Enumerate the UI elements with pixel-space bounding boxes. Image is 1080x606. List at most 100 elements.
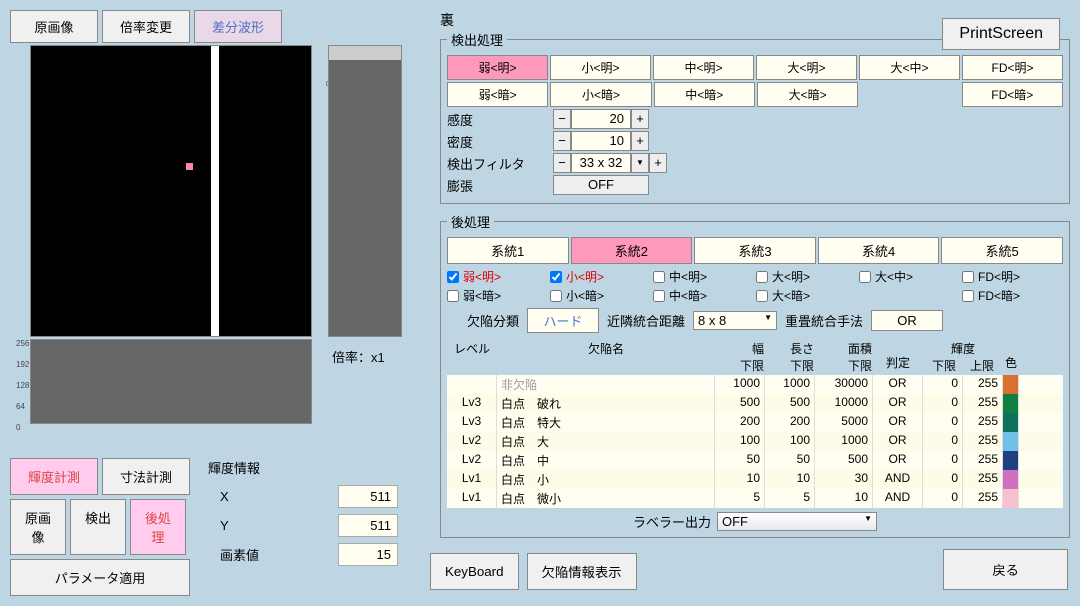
system-btn-3[interactable]: 系統4: [818, 237, 940, 264]
chk-大<暗>[interactable]: 大<暗>: [756, 287, 857, 304]
chk-FD<明>[interactable]: FD<明>: [962, 268, 1063, 285]
system-btn-2[interactable]: 系統3: [694, 237, 816, 264]
printscreen-button[interactable]: PrintScreen: [942, 18, 1060, 50]
chk-小<明>[interactable]: 小<明>: [550, 268, 651, 285]
y-value: 511: [338, 514, 398, 537]
table-row[interactable]: Lv3白点 特大2002005000OR0255: [447, 413, 1063, 432]
detection-btn-3[interactable]: 大<明>: [756, 55, 857, 80]
chk-input-中<暗>[interactable]: [653, 290, 665, 302]
density-plus[interactable]: +: [631, 131, 649, 151]
detection-btn-0[interactable]: 弱<明>: [447, 55, 548, 80]
detection-section: 検出処理 弱<明>小<明>中<明>大<明>大<中>FD<明> 弱<暗>小<暗>中…: [440, 30, 1070, 204]
table-row[interactable]: Lv2白点 中5050500OR0255: [447, 451, 1063, 470]
tab-diff[interactable]: 差分波形: [194, 10, 282, 43]
sensitivity-minus[interactable]: −: [553, 109, 571, 129]
chk-input-大<中>[interactable]: [859, 271, 871, 283]
chk-弱<暗>[interactable]: 弱<暗>: [447, 287, 548, 304]
detection-btn-2[interactable]: 中<明>: [653, 55, 754, 80]
x-value: 511: [338, 485, 398, 508]
tab-original[interactable]: 原画像: [10, 10, 98, 43]
chk-input-小<明>[interactable]: [550, 271, 562, 283]
side-graph: [328, 45, 402, 337]
chk-input-弱<明>[interactable]: [447, 271, 459, 283]
detection-btn2-5[interactable]: FD<暗>: [962, 82, 1063, 107]
system-btn-0[interactable]: 系統1: [447, 237, 569, 264]
defect-class-label: 欠陥分類: [467, 311, 519, 330]
labeler-label: ラベラー出力: [633, 512, 711, 531]
dimension-measure-button[interactable]: 寸法計測: [102, 458, 190, 495]
table-row[interactable]: Lv1白点 小101030AND0255: [447, 470, 1063, 489]
detection-btn-5[interactable]: FD<明>: [962, 55, 1063, 80]
neighbor-label: 近隣統合距離: [607, 311, 685, 330]
th-judge: 判定: [873, 339, 923, 375]
density-value[interactable]: 10: [571, 131, 631, 151]
detection-btn2-2[interactable]: 中<暗>: [654, 82, 755, 107]
table-row[interactable]: Lv1白点 微小5510AND0255: [447, 489, 1063, 508]
system-btn-1[interactable]: 系統2: [571, 237, 693, 264]
table-row[interactable]: 非欠陥1000100030000OR0255: [447, 375, 1063, 394]
density-minus[interactable]: −: [553, 131, 571, 151]
detection-btn-1[interactable]: 小<明>: [550, 55, 651, 80]
bottom-graph-ticks: 256192128640: [16, 339, 29, 444]
neighbor-value[interactable]: 8 x 8 ▼: [693, 311, 777, 330]
tab-zoom[interactable]: 倍率変更: [102, 10, 190, 43]
sensitivity-value[interactable]: 20: [571, 109, 631, 129]
expand-label: 膨張: [447, 176, 553, 195]
chk-大<明>[interactable]: 大<明>: [756, 268, 857, 285]
detection-btn2-0[interactable]: 弱<暗>: [447, 82, 548, 107]
chk-中<明>[interactable]: 中<明>: [653, 268, 754, 285]
chk-小<暗>[interactable]: 小<暗>: [550, 287, 651, 304]
postprocess-button[interactable]: 後処理: [130, 499, 186, 555]
luminance-measure-button[interactable]: 輝度計測: [10, 458, 98, 495]
filter-plus[interactable]: +: [649, 153, 667, 173]
detect-button[interactable]: 検出: [70, 499, 126, 555]
th-color: 色: [1003, 339, 1019, 375]
original-button[interactable]: 原画像: [10, 499, 66, 555]
system-btn-4[interactable]: 系統5: [941, 237, 1063, 264]
zoom-label: 倍率：x1: [332, 347, 385, 366]
detection-btn-4[interactable]: 大<中>: [859, 55, 960, 80]
defect-info-button[interactable]: 欠陥情報表示: [527, 553, 637, 590]
filter-value[interactable]: 33 x 32: [571, 153, 631, 173]
th-level: レベル: [447, 339, 497, 375]
filter-label: 検出フィルタ: [447, 154, 553, 173]
chk-input-中<明>[interactable]: [653, 271, 665, 283]
chk-input-FD<明>[interactable]: [962, 271, 974, 283]
chk-大<中>[interactable]: 大<中>: [859, 268, 960, 285]
labeler-select[interactable]: OFF▼: [717, 512, 877, 531]
detection-btn2-1[interactable]: 小<暗>: [550, 82, 651, 107]
defect-class-value[interactable]: ハード: [527, 308, 599, 333]
filter-dropdown[interactable]: ▼: [631, 153, 649, 173]
back-button[interactable]: 戻る: [943, 549, 1068, 590]
chk-input-弱<暗>[interactable]: [447, 290, 459, 302]
chk-input-大<明>[interactable]: [756, 271, 768, 283]
chk-中<暗>[interactable]: 中<暗>: [653, 287, 754, 304]
detection-btn2-3[interactable]: 大<暗>: [757, 82, 858, 107]
table-row[interactable]: Lv3白点 破れ50050010000OR0255: [447, 394, 1063, 413]
bottom-graph: [30, 339, 312, 424]
y-label: Y: [208, 518, 268, 533]
defect-table: レベル 欠陥名 幅下限 長さ下限 面積下限 判定 輝度下限上限 色 非欠陥100…: [447, 339, 1063, 508]
overlap-value[interactable]: OR: [871, 310, 943, 331]
th-lum: 輝度下限上限: [923, 339, 1003, 375]
chk-input-大<暗>[interactable]: [756, 290, 768, 302]
sensitivity-label: 感度: [447, 110, 553, 129]
chk-FD<暗>[interactable]: FD<暗>: [962, 287, 1063, 304]
pixel-value: 15: [338, 543, 398, 566]
keyboard-button[interactable]: KeyBoard: [430, 553, 519, 590]
chk-input-FD<暗>[interactable]: [962, 290, 974, 302]
image-view[interactable]: [30, 45, 312, 337]
th-length: 長さ下限: [765, 339, 815, 375]
chk-弱<明>[interactable]: 弱<明>: [447, 268, 548, 285]
table-row[interactable]: Lv2白点 大1001001000OR0255: [447, 432, 1063, 451]
luminance-title: 輝度情報: [208, 458, 398, 477]
expand-toggle[interactable]: OFF: [553, 175, 649, 195]
pixel-label: 画素値: [208, 545, 268, 564]
chk-[interactable]: [859, 287, 960, 304]
filter-minus[interactable]: −: [553, 153, 571, 173]
th-width: 幅下限: [715, 339, 765, 375]
sensitivity-plus[interactable]: +: [631, 109, 649, 129]
chk-input-小<暗>[interactable]: [550, 290, 562, 302]
image-marker: [186, 163, 193, 170]
param-apply-button[interactable]: パラメータ適用: [10, 559, 190, 596]
